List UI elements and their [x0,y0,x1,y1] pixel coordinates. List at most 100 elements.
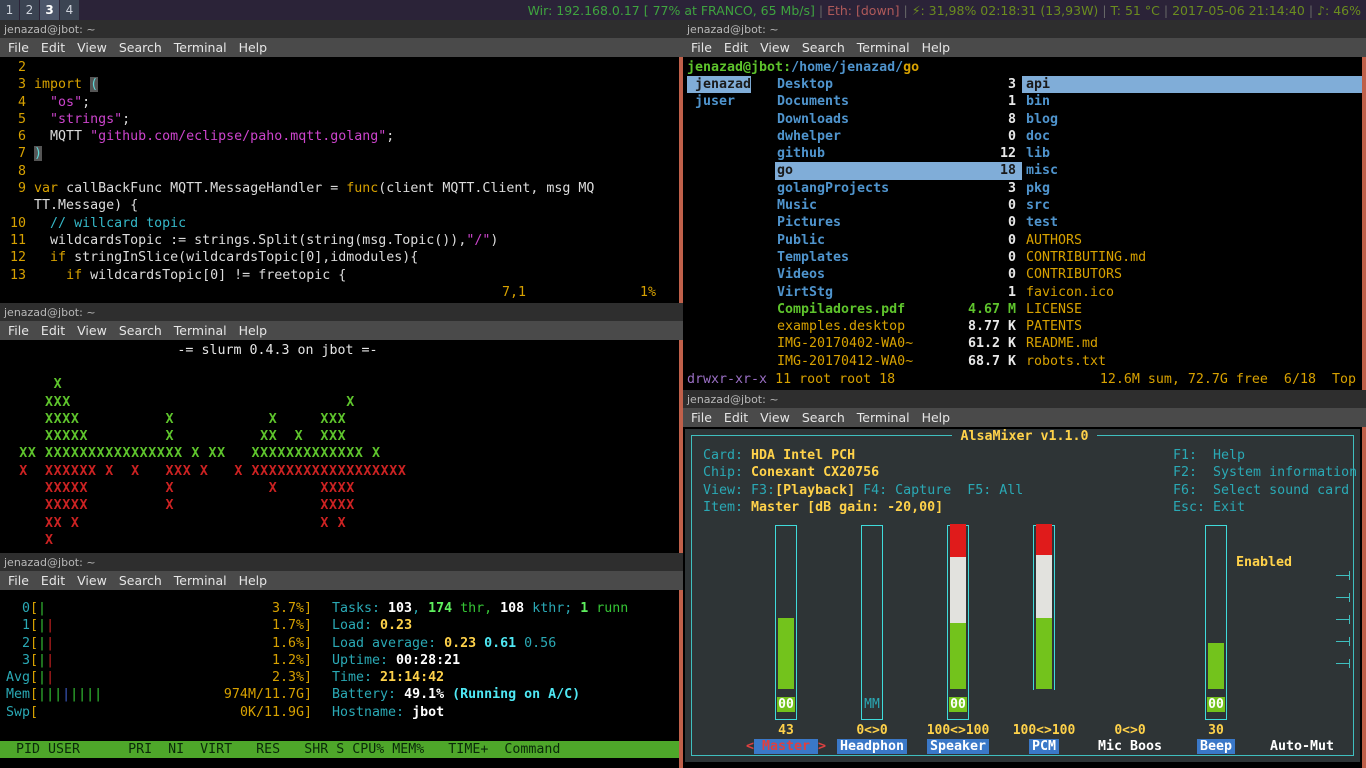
ranger-file-row[interactable]: Music 0 [775,197,1022,214]
menu-terminal[interactable]: Terminal [174,573,227,588]
ranger-file-row[interactable]: examples.desktop 8.77 K [775,318,1022,335]
alsamixer-slider[interactable] [1291,525,1313,690]
alsamixer-channel-label-wrap[interactable]: Speaker [926,739,990,754]
ranger-parent-item[interactable]: juser [687,93,775,110]
ranger-file-row[interactable]: go 18 [775,162,1022,180]
alsamixer-help-row[interactable]: Esc: Exit [1173,499,1357,516]
menu-help[interactable]: Help [922,40,951,55]
menu-search[interactable]: Search [802,410,845,425]
alsamixer-channel-label-wrap[interactable]: PCM [1028,739,1060,754]
alsamixer-channel-headphone[interactable]: MM 0<>0 Headphon [829,525,915,754]
menu-edit[interactable]: Edit [724,40,748,55]
menu-view[interactable]: View [760,410,790,425]
ranger-file-row[interactable]: Videos 0 [775,266,1022,283]
menu-edit[interactable]: Edit [724,410,748,425]
vim-terminal-window[interactable]: jenazad@jbot: ~ File Edit View Search Te… [0,20,683,303]
alsamixer-channel-label-wrap[interactable]: < Master > [746,739,826,754]
alsamixer-slider[interactable] [775,525,797,690]
ranger-preview-row[interactable]: blog [1022,111,1362,128]
menu-help[interactable]: Help [922,410,951,425]
ranger-scrollbar[interactable] [1362,57,1366,390]
workspace-switcher[interactable]: 1234 [0,0,80,20]
ranger-preview-row[interactable]: CONTRIBUTORS [1022,266,1362,283]
alsamixer-channel-mic-boost[interactable]: 0<>0 Mic Boos [1087,525,1173,754]
alsamixer-prev-arrow[interactable]: < [746,739,754,754]
alsa-scrollbar[interactable] [1362,427,1366,768]
ranger-preview-row[interactable]: misc [1022,162,1362,179]
menu-help[interactable]: Help [239,573,268,588]
ranger-content[interactable]: jenazad@jbot:/home/jenazad/go jenazad ju… [683,57,1366,390]
menu-file[interactable]: File [691,40,712,55]
alsamixer-help-row[interactable]: F1: Help [1173,447,1357,464]
ranger-file-row[interactable]: github 12 [775,145,1022,162]
alsamixer-channel-speaker[interactable]: 00 100<>100 Speaker [915,524,1001,754]
ranger-file-row[interactable]: Desktop 3 [775,76,1022,93]
menu-file[interactable]: File [8,573,29,588]
ranger-file-row[interactable]: Public 0 [775,232,1022,249]
slurm-terminal-window[interactable]: jenazad@jbot: ~ File Edit View Search Te… [0,303,683,553]
ranger-preview-row[interactable]: doc [1022,128,1362,145]
alsa-menubar[interactable]: File Edit View Search Terminal Help [683,408,1366,427]
ranger-menubar[interactable]: File Edit View Search Terminal Help [683,38,1366,57]
ranger-file-row[interactable]: VirtStg 1 [775,284,1022,301]
ranger-preview-row[interactable]: pkg [1022,180,1362,197]
alsamixer-slider[interactable] [1119,525,1141,690]
alsamixer-channel-label[interactable]: Speaker [926,739,990,754]
alsamixer-slider[interactable] [1205,525,1227,690]
alsamixer-mute-box[interactable]: 00 [1205,690,1227,720]
menu-search[interactable]: Search [119,573,162,588]
menu-search[interactable]: Search [119,40,162,55]
vim-text-area[interactable]: 2 3 import ( 4 "os"; 5 "strings"; 6 MQTT… [0,57,683,303]
htop-terminal-window[interactable]: jenazad@jbot: ~ File Edit View Search Te… [0,553,683,768]
ranger-preview-row[interactable]: README.md [1022,335,1362,352]
alsamixer-mute-box[interactable]: MM [861,690,883,720]
ranger-preview-row[interactable]: test [1022,214,1362,231]
menu-edit[interactable]: Edit [41,573,65,588]
alsamixer-next-arrow[interactable]: > [818,739,826,754]
slurm-menubar[interactable]: File Edit View Search Terminal Help [0,321,683,340]
ranger-file-row[interactable]: Templates 0 [775,249,1022,266]
alsamixer-help-row[interactable]: F6: Select sound card [1173,482,1357,499]
alsamixer-slider[interactable] [1033,524,1055,690]
htop-menubar[interactable]: File Edit View Search Terminal Help [0,571,683,590]
ranger-preview-row[interactable]: src [1022,197,1362,214]
menu-search[interactable]: Search [802,40,845,55]
alsamixer-screen[interactable]: AlsaMixer v1.1.0 Card: HDA Intel PCH Chip… [683,427,1366,768]
ranger-preview-row[interactable]: LICENSE [1022,301,1362,318]
menu-view[interactable]: View [77,40,107,55]
ranger-file-row[interactable]: Downloads 8 [775,111,1022,128]
alsamixer-channel-label-wrap[interactable]: Headphon [836,739,908,754]
workspace-3[interactable]: 3 [40,0,60,20]
alsamixer-view-line[interactable]: View: F3:[Playback] F4: Capture F5: All [703,482,1023,499]
ranger-file-row[interactable]: Pictures 0 [775,214,1022,231]
ranger-preview-row[interactable]: AUTHORS [1022,232,1362,249]
menu-file[interactable]: File [8,40,29,55]
alsamixer-slider[interactable] [947,524,969,690]
alsamixer-mute-box[interactable] [1033,690,1055,720]
menu-terminal[interactable]: Terminal [857,410,910,425]
alsamixer-channel-pcm[interactable]: 100<>100 PCM [1001,524,1087,754]
menu-help[interactable]: Help [239,323,268,338]
ranger-preview-row[interactable]: bin [1022,93,1362,110]
ranger-preview-row[interactable]: lib [1022,145,1362,162]
alsamixer-channel-label[interactable]: Auto-Mut [1267,739,1337,754]
menu-view[interactable]: View [760,40,790,55]
menu-search[interactable]: Search [119,323,162,338]
alsamixer-channel-label[interactable]: Headphon [836,739,908,754]
alsamixer-channel-master[interactable]: 00 43 < Master > [743,525,829,754]
ranger-preview-column[interactable]: api bin blog doc lib misc pkg src test AUTHORS CON… [1022,76,1362,370]
menu-file[interactable]: File [8,323,29,338]
alsamixer-mute-box[interactable]: 00 [775,690,797,720]
alsamixer-channel-label[interactable]: PCM [1028,739,1060,754]
ranger-preview-row[interactable]: favicon.ico [1022,284,1362,301]
ranger-file-row[interactable]: IMG-20170402-WA0~ 61.2 K [775,335,1022,352]
menu-edit[interactable]: Edit [41,40,65,55]
ranger-file-row[interactable]: golangProjects 3 [775,180,1022,197]
menu-edit[interactable]: Edit [41,323,65,338]
menu-view[interactable]: View [77,573,107,588]
alsamixer-channel-label[interactable]: Beep [1196,739,1236,754]
ranger-current-column[interactable]: Desktop 3 Documents 1 Downloads 8 dwhelper 0 git… [775,76,1022,370]
alsamixer-help-row[interactable]: F2: System information [1173,464,1357,481]
ranger-preview-row[interactable]: api [1022,76,1362,94]
menu-terminal[interactable]: Terminal [174,323,227,338]
